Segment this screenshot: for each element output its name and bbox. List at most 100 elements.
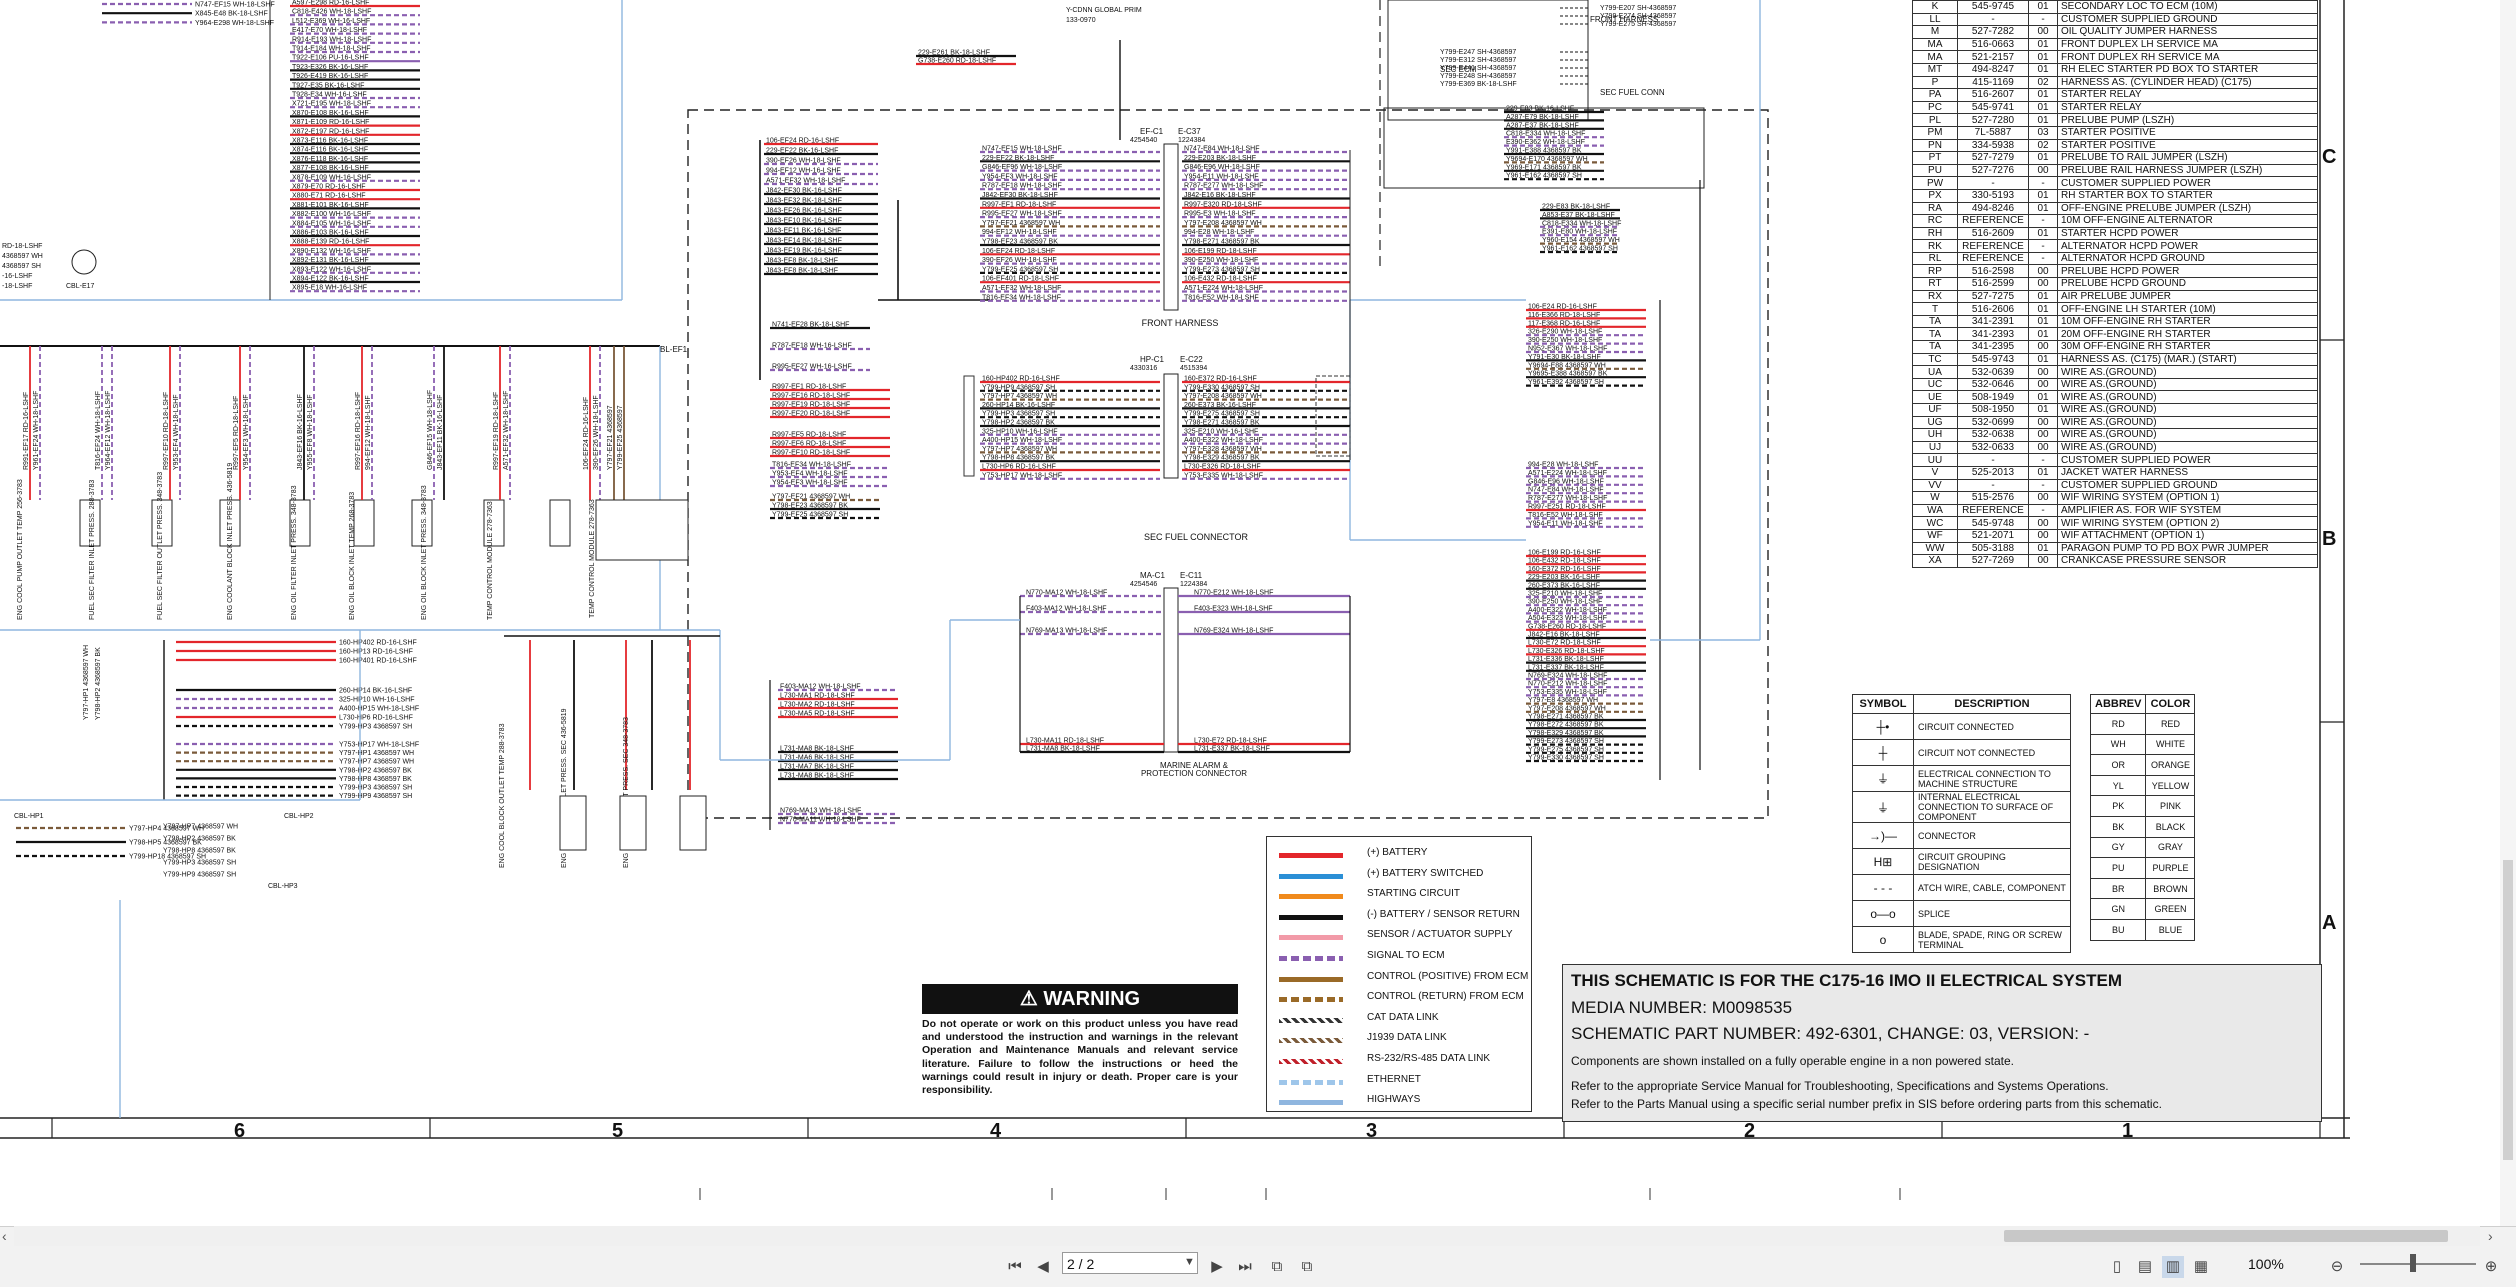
wire-label: Y9694-E88 4368597 WH bbox=[1528, 362, 1606, 369]
parts-row: PW - - CUSTOMER SUPPLIED POWER bbox=[1912, 176, 2318, 190]
parts-row: RH 516-2609 01 STARTER HCPD POWER bbox=[1912, 226, 2318, 241]
cover-view-icon[interactable]: ▦ bbox=[2190, 1256, 2212, 1278]
wire-label: R997-EF5 RD-18-LSHF bbox=[233, 396, 240, 470]
connector-label: BL-EF1 bbox=[660, 345, 688, 354]
wire-label: R995-E3 WH-18-LSHF bbox=[1184, 211, 1256, 218]
parts-cell: 545-9743 bbox=[1957, 352, 2029, 367]
scroll-right-icon[interactable]: › bbox=[2488, 1228, 2493, 1244]
wire-label: 325-HP10 WH-16-LSHF bbox=[982, 428, 1057, 435]
wire-label: Y799-E275 4368597 SH bbox=[1528, 746, 1604, 753]
zoom-out-icon[interactable]: ⊖ bbox=[2326, 1256, 2348, 1278]
color-cell: PINK bbox=[2145, 795, 2196, 817]
parts-cell: V bbox=[1912, 465, 1958, 480]
wire-label: 229-E261 BK-18-LSHF bbox=[918, 50, 990, 57]
connector-label: Y-CDNN GLOBAL PRIM bbox=[1066, 7, 1142, 14]
last-page-icon[interactable]: ⏭ bbox=[1234, 1256, 1256, 1278]
title-line-1: THIS SCHEMATIC IS FOR THE C175-16 IMO II… bbox=[1571, 971, 2122, 990]
horizontal-scroll-thumb[interactable] bbox=[2004, 1230, 2448, 1242]
wire-label: J843-EF11 BK-16-LSHF bbox=[766, 228, 841, 235]
wire-label: 390-E250 WH-18-LSHF bbox=[1528, 599, 1602, 606]
zoom-slider-thumb[interactable] bbox=[2410, 1254, 2416, 1272]
wire-label: L730-MA11 RD-18-LSHF bbox=[1026, 738, 1104, 745]
parts-row: PN 334-5938 02 STARTER POSITIVE bbox=[1912, 138, 2318, 153]
wire-label: J843-EF16 BK-16-LSHF bbox=[297, 394, 304, 470]
parts-cell: REFERENCE bbox=[1957, 239, 2029, 253]
wire-label: L731-E336 BK-18-LSHF bbox=[1528, 656, 1604, 663]
wire-label: C818-E334 WH-18-LSHF bbox=[1506, 131, 1585, 138]
wire-label: R914-E193 WH-18-LSHF bbox=[292, 36, 371, 43]
parts-cell: 30M OFF-ENGINE RH STARTER bbox=[2057, 340, 2318, 354]
connector-label: PROTECTION CONNECTOR bbox=[1141, 769, 1247, 778]
wire-label: N952-E367 WH-18-LSHF bbox=[1528, 346, 1607, 353]
legend-item: HIGHWAYS bbox=[1275, 1094, 1525, 1114]
component-label: ENG COOL PUMP OUTLET TEMP 256-3783 bbox=[17, 479, 24, 620]
wire-label: C818-E426 WH-18-LSHF bbox=[292, 9, 371, 16]
connector-circle bbox=[71, 249, 97, 275]
single-page-view-icon[interactable]: ▯ bbox=[2106, 1256, 2128, 1278]
continuous-view-icon[interactable]: ▤ bbox=[2134, 1256, 2156, 1278]
scroll-left-icon[interactable]: ‹ bbox=[2, 1228, 7, 1244]
wire-label: 229-E83 BK-16-LSHF bbox=[1506, 106, 1574, 113]
zoom-in-icon[interactable]: ⊕ bbox=[2480, 1256, 2502, 1278]
symbol-description: CONNECTOR bbox=[1913, 822, 2071, 849]
next-page-icon[interactable]: ▶ bbox=[1206, 1256, 1228, 1278]
wire-label: -18-LSHF bbox=[2, 283, 32, 290]
parts-cell: K bbox=[1912, 0, 1958, 14]
first-page-icon[interactable]: ⏮ bbox=[1004, 1256, 1026, 1278]
next-view-icon[interactable]: ⧉ bbox=[1296, 1256, 1318, 1278]
page-number-input[interactable]: 2 / 2 bbox=[1062, 1252, 1198, 1274]
zoom-level[interactable]: 100% bbox=[2248, 1256, 2284, 1272]
parts-cell: 341-2391 bbox=[1957, 314, 2029, 329]
parts-cell: WIRE AS.(GROUND) bbox=[2057, 440, 2318, 455]
parts-row: WA REFERENCE - AMPLIFIER AS. FOR WIF SYSTEM bbox=[1912, 503, 2318, 518]
wire-label: E417-E70 WH-18-LSHF bbox=[292, 27, 367, 34]
prev-page-icon[interactable]: ◀ bbox=[1032, 1256, 1054, 1278]
parts-cell: 00 bbox=[2028, 428, 2058, 442]
parts-cell: MT bbox=[1912, 62, 1958, 77]
parts-cell: 00 bbox=[2028, 25, 2058, 39]
wire-label: J843-EF10 BK-16-LSHF bbox=[766, 218, 842, 225]
parts-cell: WIRE AS.(GROUND) bbox=[2057, 415, 2318, 430]
component-label: TEMP CONTROL MODULE 278-7363 bbox=[589, 499, 596, 618]
wire-label: R997-EF10 RD-18-LSHF bbox=[163, 392, 170, 470]
wire-label: Y799-HP9 4368597 SH bbox=[339, 793, 412, 800]
parts-cell: WW bbox=[1912, 541, 1958, 556]
color-cell: GN bbox=[2089, 898, 2147, 920]
zone-number-5: 5 bbox=[612, 1120, 624, 1142]
facing-view-icon[interactable]: ▥ bbox=[2162, 1256, 2184, 1278]
parts-row: WF 521-2071 00 WIF ATTACHMENT (OPTION 1) bbox=[1912, 528, 2318, 543]
horizontal-scrollbar[interactable] bbox=[14, 1226, 2480, 1246]
zoom-slider[interactable] bbox=[2360, 1263, 2476, 1265]
circuit-connected-icon: ┼• bbox=[1852, 713, 1914, 740]
wire-label: 160-HP401 RD-16-LSHF bbox=[339, 658, 417, 665]
component-label: ENG COOLANT BLOCK INLET PRESS. 436-5819 bbox=[227, 463, 234, 620]
wire-label: A571-EF32 WH-18-LSHF bbox=[503, 391, 510, 470]
wire-label: X888-E139 RD-16-LSHF bbox=[292, 239, 369, 246]
vertical-scroll-thumb[interactable] bbox=[2503, 860, 2513, 1160]
parts-cell: RK bbox=[1912, 239, 1958, 253]
parts-cell: UJ bbox=[1912, 440, 1958, 455]
parts-cell: FRONT DUPLEX LH SERVICE MA bbox=[2057, 37, 2318, 52]
page-dropdown-icon[interactable]: ▼ bbox=[1184, 1256, 1195, 1268]
parts-row: K 545-9745 01 SECONDARY LOC TO ECM (10M) bbox=[1912, 0, 2318, 14]
wire-label: N747-EF15 WH-18-LSHF bbox=[195, 2, 275, 9]
parts-cell: 02 bbox=[2028, 138, 2058, 153]
wire-label: Y798-E271 4368597 BK bbox=[1184, 239, 1260, 246]
sensor-body bbox=[353, 499, 375, 547]
parts-cell: 01 bbox=[2028, 465, 2058, 480]
wire-label: F403-MA12 WH-18-LSHF bbox=[780, 684, 861, 691]
previous-view-icon[interactable]: ⧉ bbox=[1266, 1256, 1288, 1278]
zone-number-3: 3 bbox=[1366, 1120, 1378, 1142]
parts-cell: - bbox=[2028, 239, 2058, 253]
part-number: SCHEMATIC PART NUMBER: 492-6301, CHANGE:… bbox=[1571, 1024, 2090, 1043]
wire-label: X871-E109 RD-16-LSHF bbox=[292, 119, 369, 126]
warning-box: ⚠ WARNING Do not operate or work on this… bbox=[922, 984, 1238, 1110]
parts-cell: 01 bbox=[2028, 226, 2058, 241]
wire-label: T816-EF34 WH-18-LSHF bbox=[772, 462, 851, 469]
wire-label: L731-MA8 BK-18-LSHF bbox=[780, 773, 854, 780]
legend-label: (+) BATTERY bbox=[1367, 847, 1428, 858]
wire-label: L512-E369 WH-16-LSHF bbox=[292, 18, 370, 25]
wire-label: X882-E100 WH-16-LSHF bbox=[292, 211, 371, 218]
wire-label: 106-E24 RD-16-LSHF bbox=[1528, 304, 1597, 311]
parts-cell: 00 bbox=[2028, 440, 2058, 455]
